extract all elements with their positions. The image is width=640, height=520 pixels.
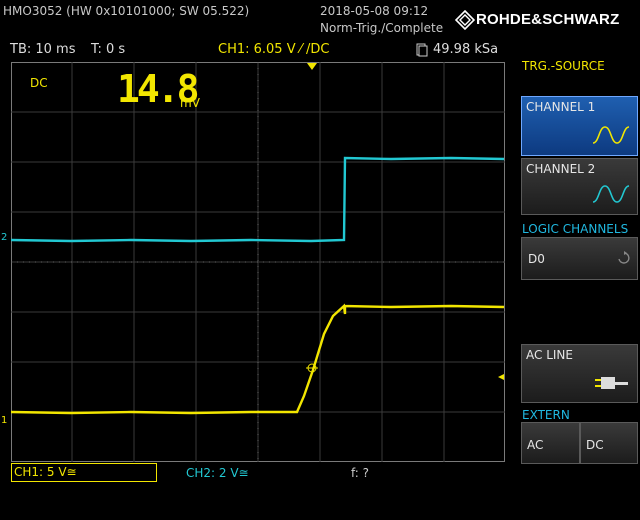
sine-wave-icon <box>592 126 630 144</box>
logic-channels-header: LOGIC CHANNELS <box>522 222 629 236</box>
extern-dc-button[interactable]: DC <box>580 422 638 464</box>
sample-rate-readout: 49.98 kSa <box>433 42 499 57</box>
sine-wave-icon <box>592 185 630 203</box>
waveform-display[interactable]: DC 14.8 mV <box>11 62 505 462</box>
ac-line-label: AC LINE <box>526 348 573 362</box>
memory-icon <box>416 42 428 61</box>
rs-logo-icon <box>454 9 476 34</box>
brand-logo: ROHDE&SCHWARZ <box>476 11 620 28</box>
extern-ac-button[interactable]: AC <box>521 422 580 464</box>
trigger-level-marker-icon[interactable] <box>498 365 504 384</box>
d0-button[interactable]: D0 <box>521 237 638 280</box>
ch2-scale-readout[interactable]: CH2: 2 V≅ <box>186 466 249 480</box>
power-plug-icon <box>595 377 628 389</box>
channel1-button[interactable]: CHANNEL 1 <box>521 96 638 156</box>
channel1-label: CHANNEL 1 <box>526 100 596 114</box>
device-info: HMO3052 (HW 0x10101000; SW 05.522) <box>3 4 250 18</box>
extern-ac-label: AC <box>527 438 544 452</box>
measurement-unit: mV <box>180 96 200 110</box>
trigger-status: Norm-Trig./Complete <box>320 21 444 35</box>
extern-dc-label: DC <box>586 438 604 452</box>
datetime: 2018-05-08 09:12 <box>320 4 429 18</box>
ch1-scale-readout[interactable]: CH1: 5 V≅ <box>11 463 157 482</box>
side-menu-title: TRG.-SOURCE <box>522 59 605 73</box>
rotary-knob-icon <box>618 251 630 264</box>
timebase-readout[interactable]: TB: 10 ms <box>10 42 75 57</box>
trigger-time-readout[interactable]: T: 0 s <box>91 42 125 57</box>
d0-label: D0 <box>528 252 545 266</box>
trigger-level-readout[interactable]: CH1: 6.05 V ⁄ /DC <box>218 42 330 57</box>
channel2-button[interactable]: CHANNEL 2 <box>521 158 638 215</box>
channel2-label: CHANNEL 2 <box>526 162 596 176</box>
ch1-ground-marker[interactable]: 1 <box>1 415 7 426</box>
ac-line-button[interactable]: AC LINE <box>521 344 638 403</box>
extern-header: EXTERN <box>522 408 570 422</box>
frequency-readout: f: ? <box>351 466 370 480</box>
coupling-label: DC <box>30 76 48 90</box>
ch2-ground-marker[interactable]: 2 <box>1 232 7 243</box>
